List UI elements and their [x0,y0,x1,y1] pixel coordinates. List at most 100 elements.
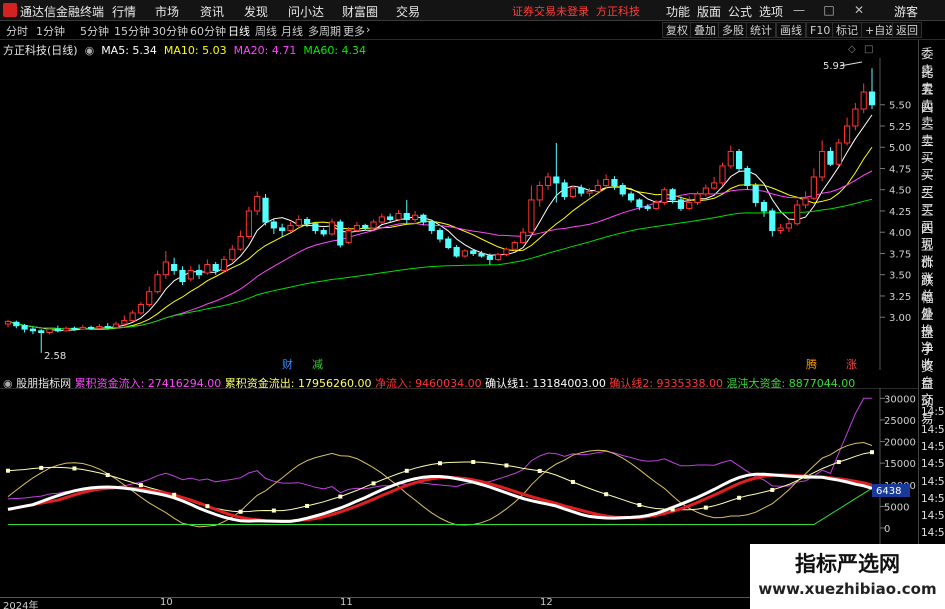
candle-body [669,189,676,201]
marker-square [471,459,476,464]
menu-layout[interactable]: 版面 [697,3,721,20]
period-multi[interactable]: 多周期 [308,23,341,39]
menu-market[interactable]: 市场 [155,3,179,20]
candle-body [137,303,145,314]
menu-discover[interactable]: 发现 [244,3,268,20]
candle-body [212,264,219,271]
menu-news[interactable]: 资讯 [200,3,224,20]
menu-trade[interactable]: 交易 [396,3,420,20]
period-60min[interactable]: 60分钟 [190,23,226,39]
candle-body [245,210,253,237]
mark-button[interactable]: 标记 [832,22,862,38]
kline-chart[interactable]: 5.50 5.25 5.00 4.75 4.50 4.25 4.00 3.75 3.50 3.25… [0,40,918,370]
marker-teng[interactable]: 腾 [806,357,817,370]
candle-body [287,224,294,232]
candle-body [470,250,477,254]
candle-body [711,182,718,189]
adjust-button[interactable]: 复权 [662,22,692,38]
login-notice[interactable]: 证券交易未登录 方正科技 [512,3,640,19]
candle-body [387,216,394,220]
period-tick[interactable]: 分时 [6,23,28,39]
candle-body [403,213,410,220]
side-panel-item[interactable]: 14:56 [921,493,945,505]
candle-body [528,199,535,233]
close-icon[interactable]: ✕ [850,2,868,18]
candle-body [478,252,485,257]
marker-finance[interactable]: 财 [282,357,293,370]
statistics-button[interactable]: 统计 [746,22,776,38]
candle-body [187,269,194,280]
marker-reduce[interactable]: 减 [312,358,323,370]
marker-square [6,468,10,473]
candle-body [362,224,369,229]
candle-body [46,328,53,334]
period-daily[interactable]: 日线 [228,23,250,39]
maximize-icon[interactable]: □ [820,2,838,18]
period-15min[interactable]: 15分钟 [114,23,150,39]
ma60-line [7,198,873,329]
candle-body [411,214,419,220]
candle-body [544,176,552,186]
candle-body [794,204,801,225]
marker-rise[interactable]: 涨 [846,358,857,370]
period-toolbar: 分时 1分钟 5分钟 15分钟 30分钟 60分钟 日线 周线 月线 多周期 更… [0,21,945,40]
overlay-button[interactable]: 叠加 [690,22,720,38]
side-panel-item[interactable]: 14:56 [921,441,945,453]
menu-function[interactable]: 功能 [666,3,690,20]
diamond-icon[interactable]: ◇ [848,44,856,55]
candle-body [262,197,269,223]
draw-line-button[interactable]: 画线 [776,22,806,38]
candle-body [677,199,685,209]
side-panel-item[interactable]: 14:56 [921,406,945,418]
f10-button[interactable]: F10 [806,22,835,38]
candle-body [561,182,568,198]
period-1min[interactable]: 1分钟 [36,23,65,39]
marker-square [803,474,808,479]
minimize-icon[interactable]: — [790,2,808,18]
candle-body [254,196,261,212]
side-panel-item[interactable]: 14:56 [921,527,945,539]
watermark-url: www.xuezhibiao.com [758,580,937,598]
candle-body [810,176,817,199]
candle-body [702,187,709,195]
menu-options[interactable]: 选项 [759,3,783,20]
menu-formula[interactable]: 公式 [728,3,752,20]
marker-square [670,507,675,512]
period-weekly[interactable]: 周线 [255,23,277,39]
marker-square [537,468,542,473]
back-button[interactable]: 返回 [892,22,922,38]
candle-body [63,327,70,332]
marker-square [72,466,77,471]
period-30min[interactable]: 30分钟 [152,23,188,39]
candle-body [461,250,469,257]
period-monthly[interactable]: 月线 [281,23,303,39]
square-icon[interactable]: □ [864,44,873,55]
marker-square [870,450,874,455]
chevron-right-icon[interactable]: › [366,23,370,36]
menu-ask[interactable]: 问小达 [288,3,324,20]
marker-square [338,494,343,499]
candle-body [104,326,111,329]
side-panel-item[interactable]: 14:56 [921,458,945,470]
side-panel-item[interactable]: 14:56 [921,476,945,488]
candle-body [121,320,128,325]
period-5min[interactable]: 5分钟 [80,23,109,39]
menu-wealth[interactable]: 财富圈 [342,3,378,20]
period-more[interactable]: 更多 [343,23,365,39]
marker-square [703,505,708,510]
price-tick-label: 4.75 [889,164,911,175]
candle-body [87,326,95,329]
side-panel-item[interactable]: 14:56 [921,510,945,522]
confirm-green-line [8,487,873,525]
multi-stock-button[interactable]: 多股 [718,22,748,38]
candle-body [71,327,78,330]
candle-body [453,247,460,257]
candle-body [270,221,277,229]
guest-label[interactable]: 游客 [894,3,918,20]
side-panel-item[interactable]: 14:56 [921,424,945,436]
marker-square [570,479,575,484]
menu-quotes[interactable]: 行情 [112,3,136,20]
candle-body [860,91,867,110]
marker-square [238,509,243,514]
candle-body [777,227,784,232]
